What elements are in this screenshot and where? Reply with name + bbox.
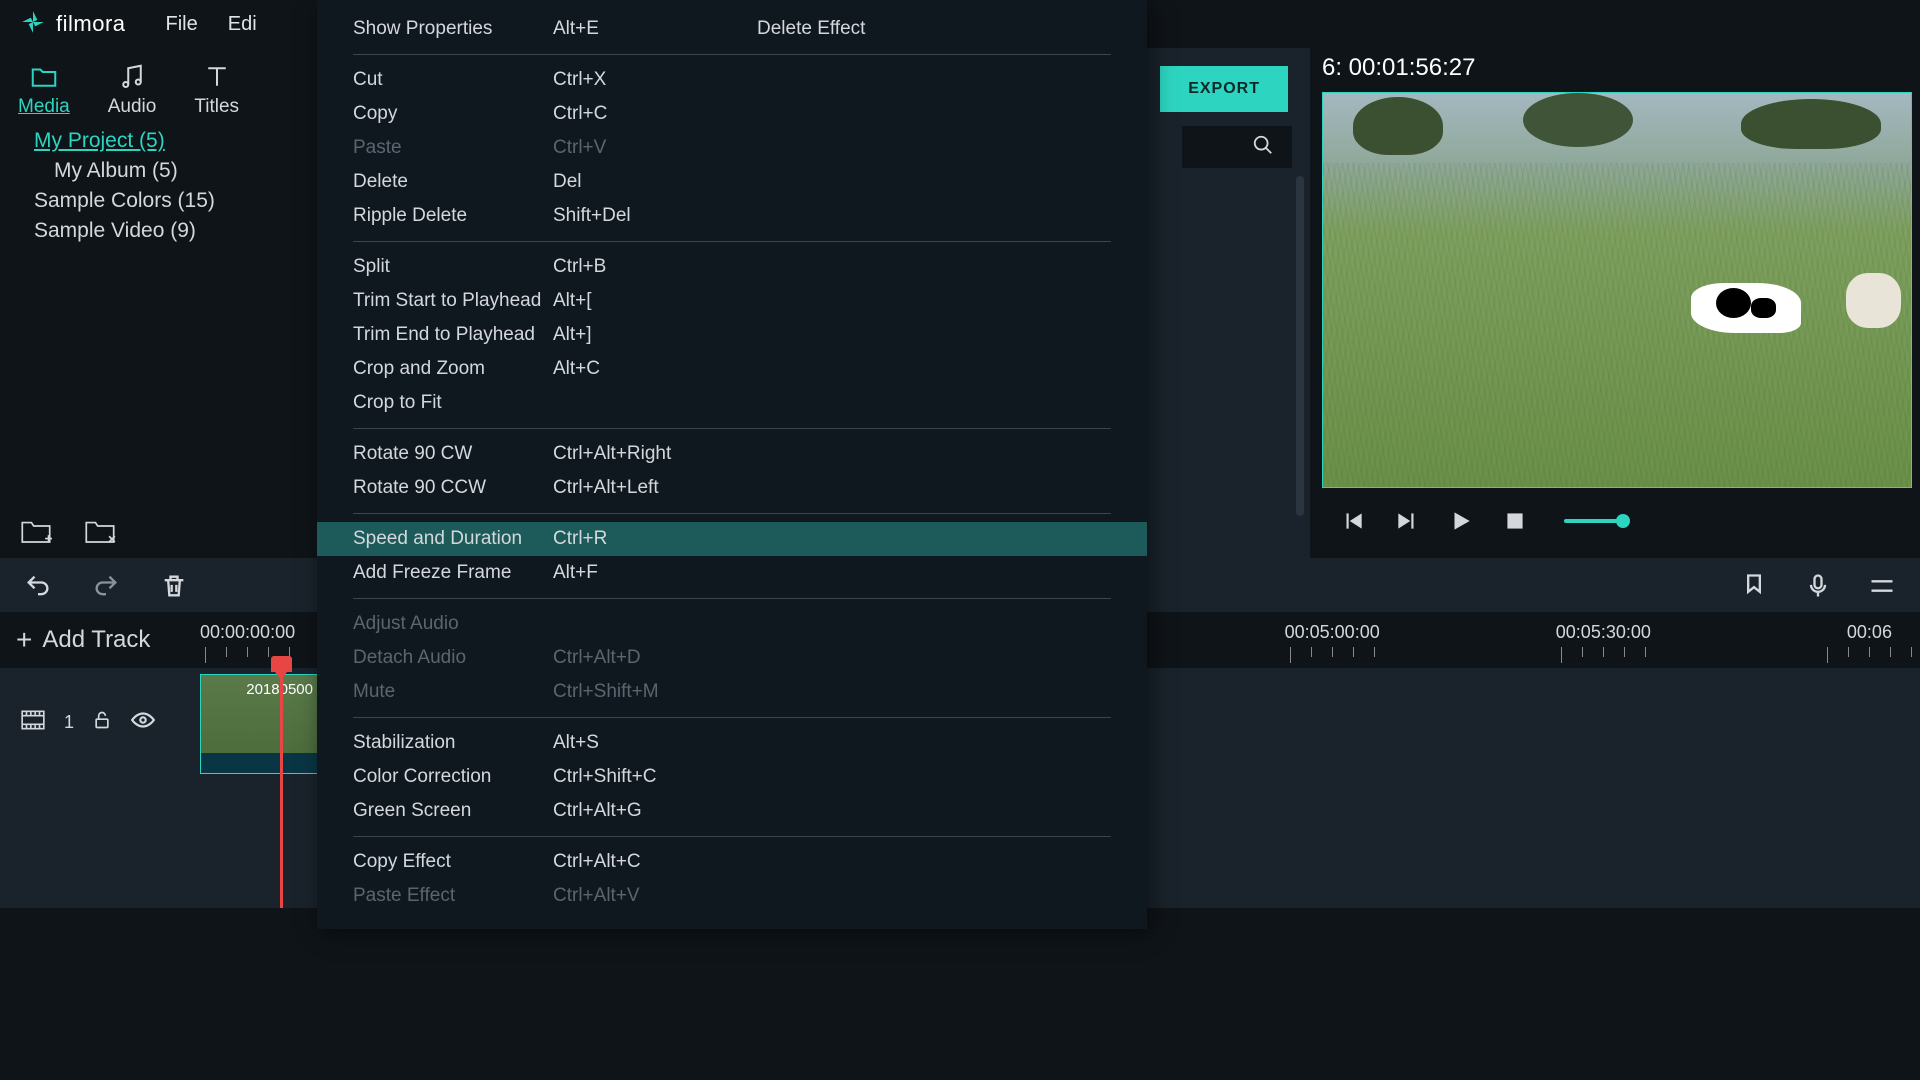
context-menu-item[interactable]: Crop to Fit: [317, 386, 1147, 420]
context-menu-item[interactable]: Crop and ZoomAlt+C: [317, 352, 1147, 386]
context-menu-item[interactable]: Trim End to PlayheadAlt+]: [317, 318, 1147, 352]
delete-button[interactable]: [160, 572, 188, 598]
tab-media[interactable]: Media: [18, 62, 70, 118]
context-menu-item[interactable]: Speed and DurationCtrl+R: [317, 522, 1147, 556]
ruler-marker: 00:05:00:00: [1285, 622, 1380, 663]
context-menu-item[interactable]: StabilizationAlt+S: [317, 726, 1147, 760]
tab-audio[interactable]: Audio: [108, 62, 157, 118]
menu-separator: [353, 717, 1111, 718]
redo-button[interactable]: [92, 572, 120, 598]
context-menu-item[interactable]: CopyCtrl+C: [317, 97, 1147, 131]
marker-icon[interactable]: [1740, 572, 1768, 598]
context-menu-item: MuteCtrl+Shift+M: [317, 675, 1147, 709]
project-item[interactable]: My Project (5): [20, 126, 297, 156]
menu-separator: [353, 598, 1111, 599]
menu-separator: [353, 428, 1111, 429]
app-logo: filmora: [20, 9, 126, 40]
tab-titles[interactable]: Titles: [194, 62, 239, 118]
plus-icon: +: [16, 624, 32, 656]
track-number: 1: [64, 712, 74, 733]
eye-icon[interactable]: [130, 710, 156, 735]
music-icon: [117, 62, 147, 92]
settings-icon[interactable]: [1868, 572, 1896, 598]
preview-panel: 6: 00:01:56:27: [1310, 48, 1920, 558]
context-menu-item[interactable]: CutCtrl+X: [317, 63, 1147, 97]
context-menu-item[interactable]: Rotate 90 CWCtrl+Alt+Right: [317, 437, 1147, 471]
ruler-marker: 00:06: [1827, 622, 1912, 663]
add-folder-button[interactable]: [20, 518, 52, 544]
folder-icon: [29, 62, 59, 92]
slider-thumb[interactable]: [1616, 514, 1630, 528]
stop-button[interactable]: [1502, 508, 1528, 534]
context-menu: Delete Effect Show PropertiesAlt+E CutCtr…: [317, 0, 1147, 929]
app-name: filmora: [56, 11, 126, 37]
video-clip[interactable]: 20180500: [200, 674, 320, 774]
context-menu-item: Detach AudioCtrl+Alt+D: [317, 641, 1147, 675]
library-tabs: Media Audio Titles: [0, 48, 317, 118]
playhead[interactable]: [280, 668, 283, 908]
menu-separator: [353, 836, 1111, 837]
menu-bar: File Edi: [166, 13, 257, 36]
context-menu-item[interactable]: Show PropertiesAlt+E: [317, 12, 1147, 46]
menu-separator: [353, 241, 1111, 242]
context-menu-item[interactable]: Trim Start to PlayheadAlt+[: [317, 284, 1147, 318]
project-item[interactable]: Sample Colors (15): [20, 186, 297, 216]
remove-folder-button[interactable]: [84, 518, 116, 544]
context-menu-item: PasteCtrl+V: [317, 131, 1147, 165]
scrollbar[interactable]: [1296, 176, 1304, 516]
export-button[interactable]: EXPORT: [1160, 66, 1288, 112]
ruler-marker: 00:05:30:00: [1556, 622, 1651, 663]
context-menu-item[interactable]: Rotate 90 CCWCtrl+Alt+Left: [317, 471, 1147, 505]
project-list: My Project (5) My Album (5) Sample Color…: [0, 118, 317, 254]
text-icon: [202, 62, 232, 92]
preview-viewport[interactable]: [1322, 92, 1912, 488]
context-menu-item[interactable]: Ripple DeleteShift+Del: [317, 199, 1147, 233]
add-track-button[interactable]: + Add Track: [0, 624, 166, 656]
context-menu-item[interactable]: Delete Effect: [757, 12, 865, 46]
menu-edit[interactable]: Edi: [228, 13, 257, 36]
context-menu-item[interactable]: Copy EffectCtrl+Alt+C: [317, 845, 1147, 879]
menu-separator: [353, 54, 1111, 55]
pinwheel-icon: [20, 9, 46, 40]
menu-separator: [353, 513, 1111, 514]
prev-frame-button[interactable]: [1340, 508, 1366, 534]
play-button[interactable]: [1448, 508, 1474, 534]
context-menu-item: Adjust Audio: [317, 607, 1147, 641]
project-item[interactable]: My Album (5): [20, 156, 297, 186]
search-icon: [1252, 134, 1274, 161]
context-menu-item[interactable]: Green ScreenCtrl+Alt+G: [317, 794, 1147, 828]
left-panel: Media Audio Titles My Project (5) My Alb…: [0, 48, 317, 558]
undo-button[interactable]: [24, 572, 52, 598]
context-menu-item[interactable]: DeleteDel: [317, 165, 1147, 199]
volume-slider[interactable]: [1564, 519, 1624, 523]
context-menu-item[interactable]: Add Freeze FrameAlt+F: [317, 556, 1147, 590]
microphone-icon[interactable]: [1804, 572, 1832, 598]
next-frame-button[interactable]: [1394, 508, 1420, 534]
context-menu-item[interactable]: Color CorrectionCtrl+Shift+C: [317, 760, 1147, 794]
lock-icon[interactable]: [92, 709, 112, 736]
context-menu-item[interactable]: SplitCtrl+B: [317, 250, 1147, 284]
search-box[interactable]: [1182, 126, 1292, 168]
menu-file[interactable]: File: [166, 13, 198, 36]
track-controls: 1: [0, 668, 200, 776]
clip-audio-waveform: [201, 753, 319, 773]
preview-timecode: 6: 00:01:56:27: [1322, 54, 1920, 92]
filmstrip-icon: [20, 709, 46, 736]
context-menu-item: Paste EffectCtrl+Alt+V: [317, 879, 1147, 913]
project-item[interactable]: Sample Video (9): [20, 216, 297, 246]
playback-controls: [1322, 488, 1920, 554]
